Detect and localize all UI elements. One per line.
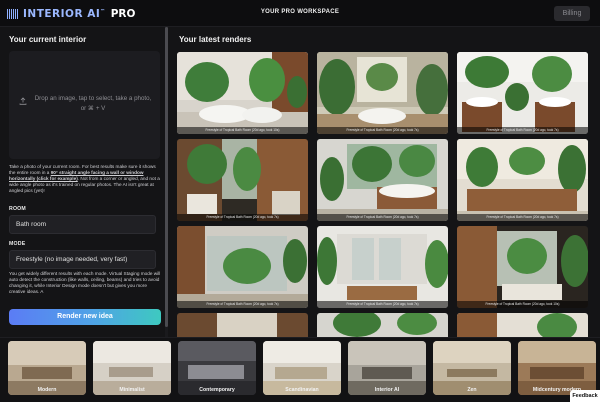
bathroom-render-image	[317, 313, 448, 337]
bathroom-render-image	[177, 226, 308, 308]
image-dropzone[interactable]: Drop an image, tap to select, take a pho…	[9, 51, 160, 159]
render-thumbnail[interactable]: Freestyle of Tropical Bath Room (20d ago…	[317, 139, 448, 221]
bathroom-render-image	[457, 52, 588, 134]
bathroom-render-image	[177, 52, 308, 134]
render-caption: Freestyle of Tropical Bath Room (20d ago…	[177, 127, 308, 134]
style-card-minimalist[interactable]: Minimalist	[93, 341, 171, 395]
bathroom-render-image	[457, 226, 588, 308]
render-caption: Freestyle of Tropical Bath Room (20d ago…	[177, 214, 308, 221]
style-card-modern[interactable]: Modern	[8, 341, 86, 395]
mode-help-text: You get widely different results with ea…	[9, 271, 161, 294]
render-thumbnail[interactable]	[177, 313, 308, 337]
bathroom-render-image	[317, 139, 448, 221]
render-thumbnail[interactable]: Freestyle of Tropical Bath Room (20d ago…	[177, 52, 308, 134]
style-label: Interior AI	[374, 387, 400, 393]
left-panel: Your current interior Drop an image, tap…	[0, 27, 168, 337]
style-label: Minimalist	[119, 387, 145, 393]
billing-button[interactable]: Billing	[554, 6, 590, 21]
render-caption: Freestyle of Tropical Bath Room (20d ago…	[317, 301, 448, 308]
current-interior-title: Your current interior	[9, 35, 87, 44]
upload-icon	[19, 97, 27, 105]
render-thumbnail[interactable]: Freestyle of Tropical Bath Room (20d ago…	[177, 226, 308, 308]
bathroom-render-image	[317, 226, 448, 308]
latest-renders-title: Your latest renders	[179, 35, 252, 44]
bathroom-render-image	[177, 313, 308, 337]
style-card-interior-ai[interactable]: Interior AI	[348, 341, 426, 395]
render-thumbnail[interactable]: Freestyle of Tropical Bath Room (20d ago…	[317, 52, 448, 134]
feedback-button[interactable]: Feedback	[570, 390, 600, 402]
room-select[interactable]: Bath room	[9, 215, 156, 234]
style-selector: Modern Minimalist Contemporary Scandinav…	[0, 337, 600, 402]
render-caption: Freestyle of Tropical Bath Room (20d ago…	[317, 127, 448, 134]
photo-help-text: Take a photo of your current room. For b…	[9, 164, 160, 193]
render-caption: Freestyle of Tropical Bath Room (20d ago…	[457, 301, 588, 308]
render-caption: Freestyle of Tropical Bath Room (20d ago…	[457, 127, 588, 134]
render-thumbnail[interactable]	[317, 313, 448, 337]
style-card-contemporary[interactable]: Contemporary	[178, 341, 256, 395]
render-caption: Freestyle of Tropical Bath Room (20d ago…	[457, 214, 588, 221]
dropzone-text: Drop an image, tap to select, take a pho…	[34, 95, 152, 112]
render-caption: Freestyle of Tropical Bath Room (20d ago…	[317, 214, 448, 221]
render-caption: Freestyle of Tropical Bath Room (20d ago…	[177, 301, 308, 308]
render-thumbnail[interactable]: Freestyle of Tropical Bath Room (20d ago…	[457, 52, 588, 134]
style-label: Contemporary	[199, 387, 235, 393]
mode-label: MODE	[9, 241, 26, 247]
bathroom-render-image	[457, 139, 588, 221]
render-thumbnail[interactable]: Freestyle of Tropical Bath Room (20d ago…	[457, 226, 588, 308]
top-bar: INTERIOR AI™ PRO YOUR PRO WORKSPACE Bill…	[0, 0, 600, 27]
bathroom-render-image	[457, 313, 588, 337]
app-root: INTERIOR AI™ PRO YOUR PRO WORKSPACE Bill…	[0, 0, 600, 402]
room-label: ROOM	[9, 206, 26, 212]
style-card-scandinavian[interactable]: Scandinavian	[263, 341, 341, 395]
bathroom-render-image	[177, 139, 308, 221]
style-label: Scandinavian	[285, 387, 319, 393]
style-label: Modern	[37, 387, 57, 393]
mode-select[interactable]: Freestyle (no image needed, very fast)	[9, 250, 156, 269]
render-thumbnail[interactable]: Freestyle of Tropical Bath Room (20d ago…	[457, 139, 588, 221]
style-label: Zen	[467, 387, 477, 393]
workspace-title: YOUR PRO WORKSPACE	[260, 9, 340, 15]
render-new-idea-button[interactable]: Render new idea	[9, 309, 161, 325]
render-thumbnail[interactable]: Freestyle of Tropical Bath Room (20d ago…	[177, 139, 308, 221]
render-thumbnail[interactable]: Freestyle of Tropical Bath Room (20d ago…	[317, 226, 448, 308]
style-card-midcentury-modern[interactable]: Midcentury modern	[518, 341, 596, 395]
style-card-zen[interactable]: Zen	[433, 341, 511, 395]
renders-panel: Your latest renders Freestyle of Tropica…	[168, 27, 600, 337]
render-thumbnail[interactable]	[457, 313, 588, 337]
bathroom-render-image	[317, 52, 448, 134]
